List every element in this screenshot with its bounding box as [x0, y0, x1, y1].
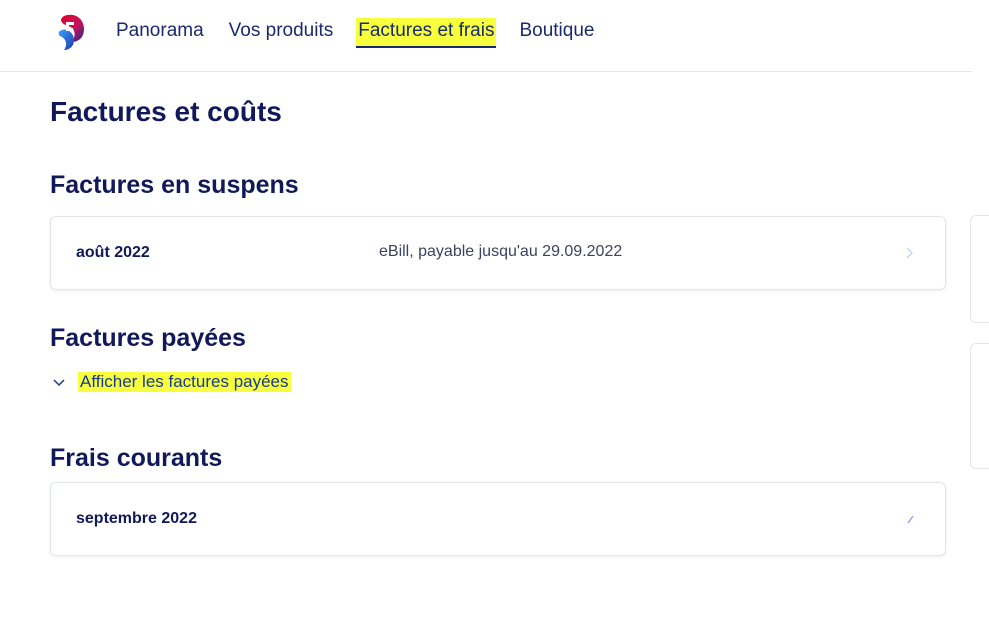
nav-item-panorama[interactable]: Panorama: [114, 18, 206, 48]
chevron-right-icon: [906, 247, 914, 259]
main-nav: Panorama Vos produits Factures et frais …: [114, 18, 617, 48]
section-title-current: Frais courants: [50, 444, 223, 472]
chevron-right-icon: [907, 515, 914, 524]
chevron-down-icon: [53, 379, 65, 387]
section-title-paid: Factures payées: [50, 324, 246, 352]
nav-item-vos-produits[interactable]: Vos produits: [227, 18, 336, 48]
invoice-date: août 2022: [76, 244, 150, 261]
page-title: Factures et coûts: [50, 96, 282, 127]
pending-invoice-card[interactable]: août 2022 eBill, payable jusqu'au 29.09.…: [50, 216, 946, 290]
swisscom-logo-icon[interactable]: [54, 12, 88, 52]
top-navigation: Panorama Vos produits Factures et frais …: [0, 0, 972, 72]
nav-item-boutique[interactable]: Boutique: [517, 18, 596, 48]
side-card-top: [970, 215, 989, 323]
section-title-pending: Factures en suspens: [50, 171, 299, 199]
show-paid-invoices-label[interactable]: Afficher les factures payées: [78, 372, 291, 392]
charges-period: septembre 2022: [76, 510, 197, 527]
side-card-bottom: [970, 343, 989, 469]
invoice-payment-info: eBill, payable jusqu'au 29.09.2022: [379, 243, 623, 260]
nav-item-factures-et-frais[interactable]: Factures et frais: [356, 18, 497, 48]
current-charges-card[interactable]: septembre 2022: [50, 482, 946, 556]
show-paid-invoices-toggle[interactable]: Afficher les factures payées: [52, 372, 291, 392]
